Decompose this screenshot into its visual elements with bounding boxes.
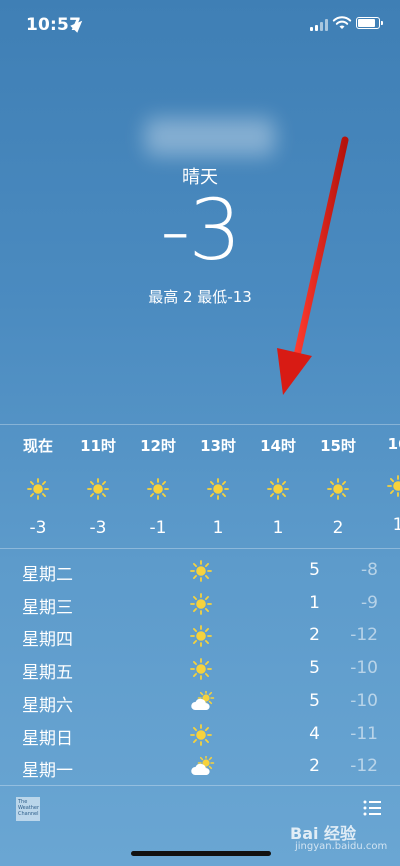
sun-icon: [190, 560, 212, 582]
sun-icon: [190, 658, 212, 680]
day-low: -10: [350, 690, 378, 711]
hourly-time-label: 12时: [140, 437, 176, 455]
day-high: 2: [309, 625, 320, 646]
day-name: 星期六: [22, 695, 73, 716]
day-name: 星期一: [22, 761, 73, 782]
sun-icon: [267, 478, 289, 500]
day-name: 星期五: [22, 663, 73, 684]
sun-icon: [207, 478, 229, 500]
hourly-temperature: 2: [332, 518, 344, 538]
sun-icon: [190, 723, 212, 746]
hourly-time-label: 14时: [260, 437, 296, 455]
hourly-item: 14时 1: [248, 425, 308, 538]
red-annotation-arrow-icon: [277, 136, 349, 395]
day-high: 5: [309, 658, 320, 679]
hourly-bottom-divider: [0, 548, 400, 549]
day-name: 星期四: [22, 630, 73, 651]
daily-row: 星期六 5 -10: [0, 685, 400, 717]
day-low: -10: [350, 658, 378, 679]
hourly-temperature: -3: [89, 518, 107, 538]
sun-icon: [327, 478, 349, 500]
hourly-time-label: 11时: [80, 437, 116, 455]
day-high: 5: [309, 560, 320, 580]
daily-row: 星期一 2 -12: [0, 750, 400, 782]
home-indicator[interactable]: [131, 851, 271, 856]
hourly-forecast[interactable]: 现在 -311时 -312时 -113时 114时 115时 216 1: [0, 425, 400, 547]
hourly-time-label: 16: [387, 435, 400, 453]
hourly-item: 12时 -1: [128, 425, 188, 538]
hourly-item: 15时 2: [308, 425, 368, 538]
partly-cloudy-icon: [190, 689, 215, 713]
hourly-time-label: 现在: [22, 437, 53, 455]
day-high: 1: [309, 592, 320, 613]
daily-row: 星期日 4 -11: [0, 718, 400, 750]
day-high: 2: [309, 756, 320, 777]
day-low: -9: [361, 592, 378, 613]
day-name: 星期二: [22, 565, 73, 585]
day-low: -12: [350, 625, 378, 646]
hourly-temperature: 1: [212, 518, 224, 538]
hourly-item: 13时 1: [188, 425, 248, 538]
day-low: -8: [361, 560, 378, 580]
hourly-item: 现在 -3: [8, 425, 68, 538]
hourly-temperature: 1: [392, 515, 400, 535]
daily-row: 星期五 5 -10: [0, 652, 400, 684]
hourly-item: 16 1: [368, 425, 400, 535]
daily-row: 星期四 2 -12: [0, 619, 400, 651]
hourly-temperature: -1: [149, 518, 167, 538]
hourly-temperature: -3: [29, 518, 47, 538]
day-low: -11: [350, 723, 378, 744]
city-list-icon[interactable]: [363, 800, 381, 816]
day-low: -12: [350, 756, 378, 777]
day-name: 星期三: [22, 597, 73, 618]
sun-icon: [147, 478, 169, 500]
hourly-temperature: 1: [272, 518, 284, 538]
daily-row: 星期三 1 -9: [0, 587, 400, 619]
sun-icon: [190, 625, 212, 648]
daily-row: 星期二 5 -8: [0, 554, 400, 586]
weather-channel-logo[interactable]: The Weather Channel: [16, 797, 40, 821]
hourly-item: 11时 -3: [68, 425, 128, 538]
sun-icon: [387, 475, 400, 497]
day-name: 星期日: [22, 728, 73, 749]
footer-divider: [0, 785, 400, 786]
partly-cloudy-icon: [190, 754, 215, 778]
baidu-watermark-url: jingyan.baidu.com: [295, 841, 388, 852]
sun-icon: [27, 478, 49, 500]
sun-icon: [190, 592, 212, 615]
day-high: 5: [309, 690, 320, 711]
day-high: 4: [309, 723, 320, 744]
sun-icon: [87, 478, 109, 500]
hourly-time-label: 13时: [200, 437, 236, 455]
hourly-time-label: 15时: [320, 437, 356, 455]
